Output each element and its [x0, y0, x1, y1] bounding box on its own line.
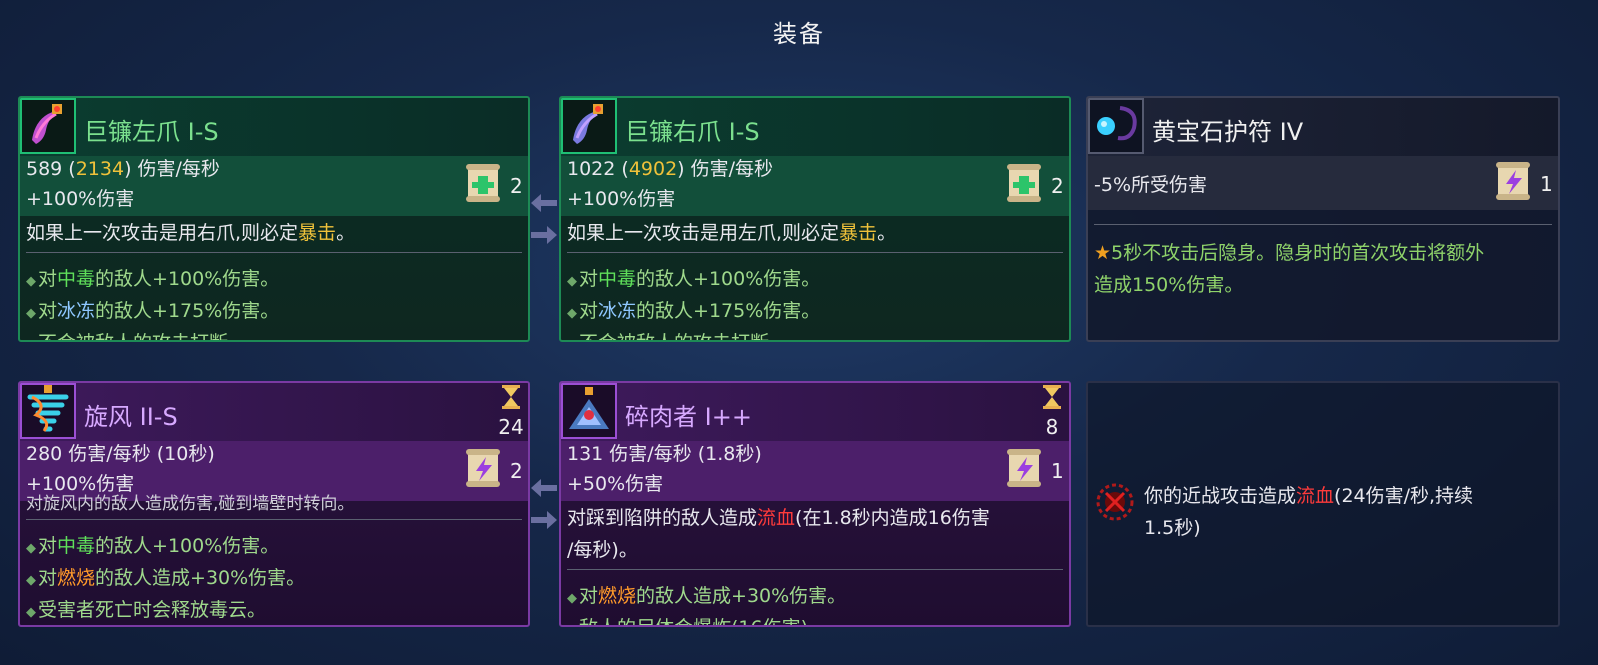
- description-cont: /每秒)。: [567, 539, 638, 561]
- card-header: 巨镰左爪 I-S: [20, 98, 528, 156]
- mod-line: ◆ 对中毒的敌人+100%伤害。: [26, 535, 280, 557]
- swap-arrow-right-icon[interactable]: [531, 511, 557, 529]
- mod-line: ◆ 对中毒的敌人+100%伤害。: [567, 268, 821, 290]
- swap-arrow-right-icon[interactable]: [531, 226, 557, 244]
- divider: [26, 519, 522, 520]
- passive-description: 你的近战攻击造成流血(24伤害/秒,持续: [1144, 485, 1474, 507]
- passive-line: ★5秒不攻击后隐身。隐身时的首次攻击将额外: [1094, 242, 1485, 264]
- divider: [1094, 224, 1552, 225]
- item-name: 巨镰右爪 I-S: [625, 118, 760, 146]
- dps-line: 280 伤害/每秒 (10秒): [26, 443, 215, 465]
- item-name: 碎肉者 I++: [625, 403, 752, 431]
- scroll-count: 2: [1051, 174, 1064, 198]
- item-card-meat-grinder[interactable]: 碎肉者 I++ 8 131 伤害/每秒 (1.8秒) +50%伤害 1 对踩到陷…: [559, 381, 1071, 627]
- mod-line: ◆ 对冰冻的敌人+175%伤害。: [26, 300, 280, 322]
- mod-line: ◆ 受害者死亡时会释放毒云。: [26, 599, 267, 621]
- stat-line: -5%所受伤害: [1094, 174, 1207, 196]
- scroll-count: 2: [510, 459, 523, 483]
- description: 对旋风内的敌人造成伤害,碰到墙壁时转向。: [26, 494, 355, 514]
- item-card-right-claw[interactable]: 巨镰右爪 I-S 1022 (4902) 伤害/每秒 +100%伤害 2 如果上…: [559, 96, 1071, 342]
- description: 如果上一次攻击是用右爪,则必定暴击。: [26, 222, 356, 244]
- topaz-amulet-icon: [1088, 98, 1144, 154]
- mod-line: ◆不会被敌人的攻击打断: [567, 328, 769, 340]
- scroll-purple-icon[interactable]: [464, 447, 504, 489]
- damage-bonus: +50%伤害: [567, 473, 664, 495]
- dps-line: 589 (2134) 伤害/每秒: [26, 158, 220, 180]
- mod-line: ◆ 对冰冻的敌人+175%伤害。: [567, 300, 821, 322]
- item-name: 旋风 II-S: [84, 403, 178, 431]
- divider: [567, 569, 1063, 570]
- cooldown-value: 8: [1045, 415, 1059, 439]
- scroll-count: 1: [1540, 172, 1553, 196]
- item-name: 巨镰左爪 I-S: [84, 118, 219, 146]
- item-card-left-claw[interactable]: 巨镰左爪 I-S 589 (2134) 伤害/每秒 +100%伤害 2 如果上一…: [18, 96, 530, 342]
- item-name: 黄宝石护符 IV: [1152, 118, 1304, 146]
- meat-grinder-trap-icon: [561, 383, 617, 439]
- card-header: 巨镰右爪 I-S: [561, 98, 1069, 156]
- description: 如果上一次攻击是用左爪,则必定暴击。: [567, 222, 897, 244]
- divider: [26, 252, 522, 253]
- mod-line: ◆ 对燃烧的敌人造成+30%伤害。: [26, 567, 306, 589]
- description: 对踩到陷阱的敌人造成流血(在1.8秒内造成16伤害: [567, 507, 990, 529]
- passive-description-cont: 1.5秒): [1144, 517, 1201, 539]
- mod-line: ◆ 对中毒的敌人+100%伤害。: [26, 268, 280, 290]
- hourglass-icon: [1037, 385, 1067, 414]
- mod-line: ◆敌人的尸体会爆炸(16伤害): [567, 613, 808, 625]
- scroll-green-icon[interactable]: [1005, 162, 1045, 204]
- scroll-green-icon[interactable]: [464, 162, 504, 204]
- divider: [567, 252, 1063, 253]
- star-icon: ★: [1094, 242, 1112, 264]
- mod-line: ◆不会被敌人的攻击打断: [26, 328, 228, 340]
- scroll-count: 1: [1051, 459, 1064, 483]
- item-card-amulet[interactable]: 黄宝石护符 IV -5%所受伤害 1 ★5秒不攻击后隐身。隐身时的首次攻击将额外…: [1086, 96, 1560, 342]
- hourglass-icon: [496, 385, 526, 414]
- dps-line: 131 伤害/每秒 (1.8秒): [567, 443, 762, 465]
- scroll-count: 2: [510, 174, 523, 198]
- card-header: 碎肉者 I++: [561, 383, 1069, 441]
- swap-arrow-left-icon[interactable]: [531, 194, 557, 212]
- item-card-tornado[interactable]: 旋风 II-S 24 280 伤害/每秒 (10秒) +100%伤害 2 对旋风…: [18, 381, 530, 627]
- mod-line: ◆ 对燃烧的敌人造成+30%伤害。: [567, 585, 847, 607]
- scroll-purple-icon[interactable]: [1005, 447, 1045, 489]
- tornado-icon: [20, 383, 76, 439]
- passive-card-bleed[interactable]: 你的近战攻击造成流血(24伤害/秒,持续 1.5秒): [1086, 381, 1560, 627]
- page-title: 装备: [773, 20, 825, 48]
- swap-arrow-left-icon[interactable]: [531, 479, 557, 497]
- dps-line: 1022 (4902) 伤害/每秒: [567, 158, 774, 180]
- damage-bonus: +100%伤害: [26, 188, 135, 210]
- card-header: 旋风 II-S: [20, 383, 528, 441]
- scroll-purple-icon[interactable]: [1494, 160, 1534, 202]
- passive-line: 造成150%伤害。: [1094, 274, 1244, 296]
- scythe-claw-right-icon: [561, 98, 617, 154]
- card-header: 黄宝石护符 IV: [1088, 98, 1558, 156]
- scythe-claw-left-icon: [20, 98, 76, 154]
- cooldown-value: 24: [498, 415, 524, 439]
- bleed-icon: [1094, 481, 1136, 523]
- damage-bonus: +100%伤害: [567, 188, 676, 210]
